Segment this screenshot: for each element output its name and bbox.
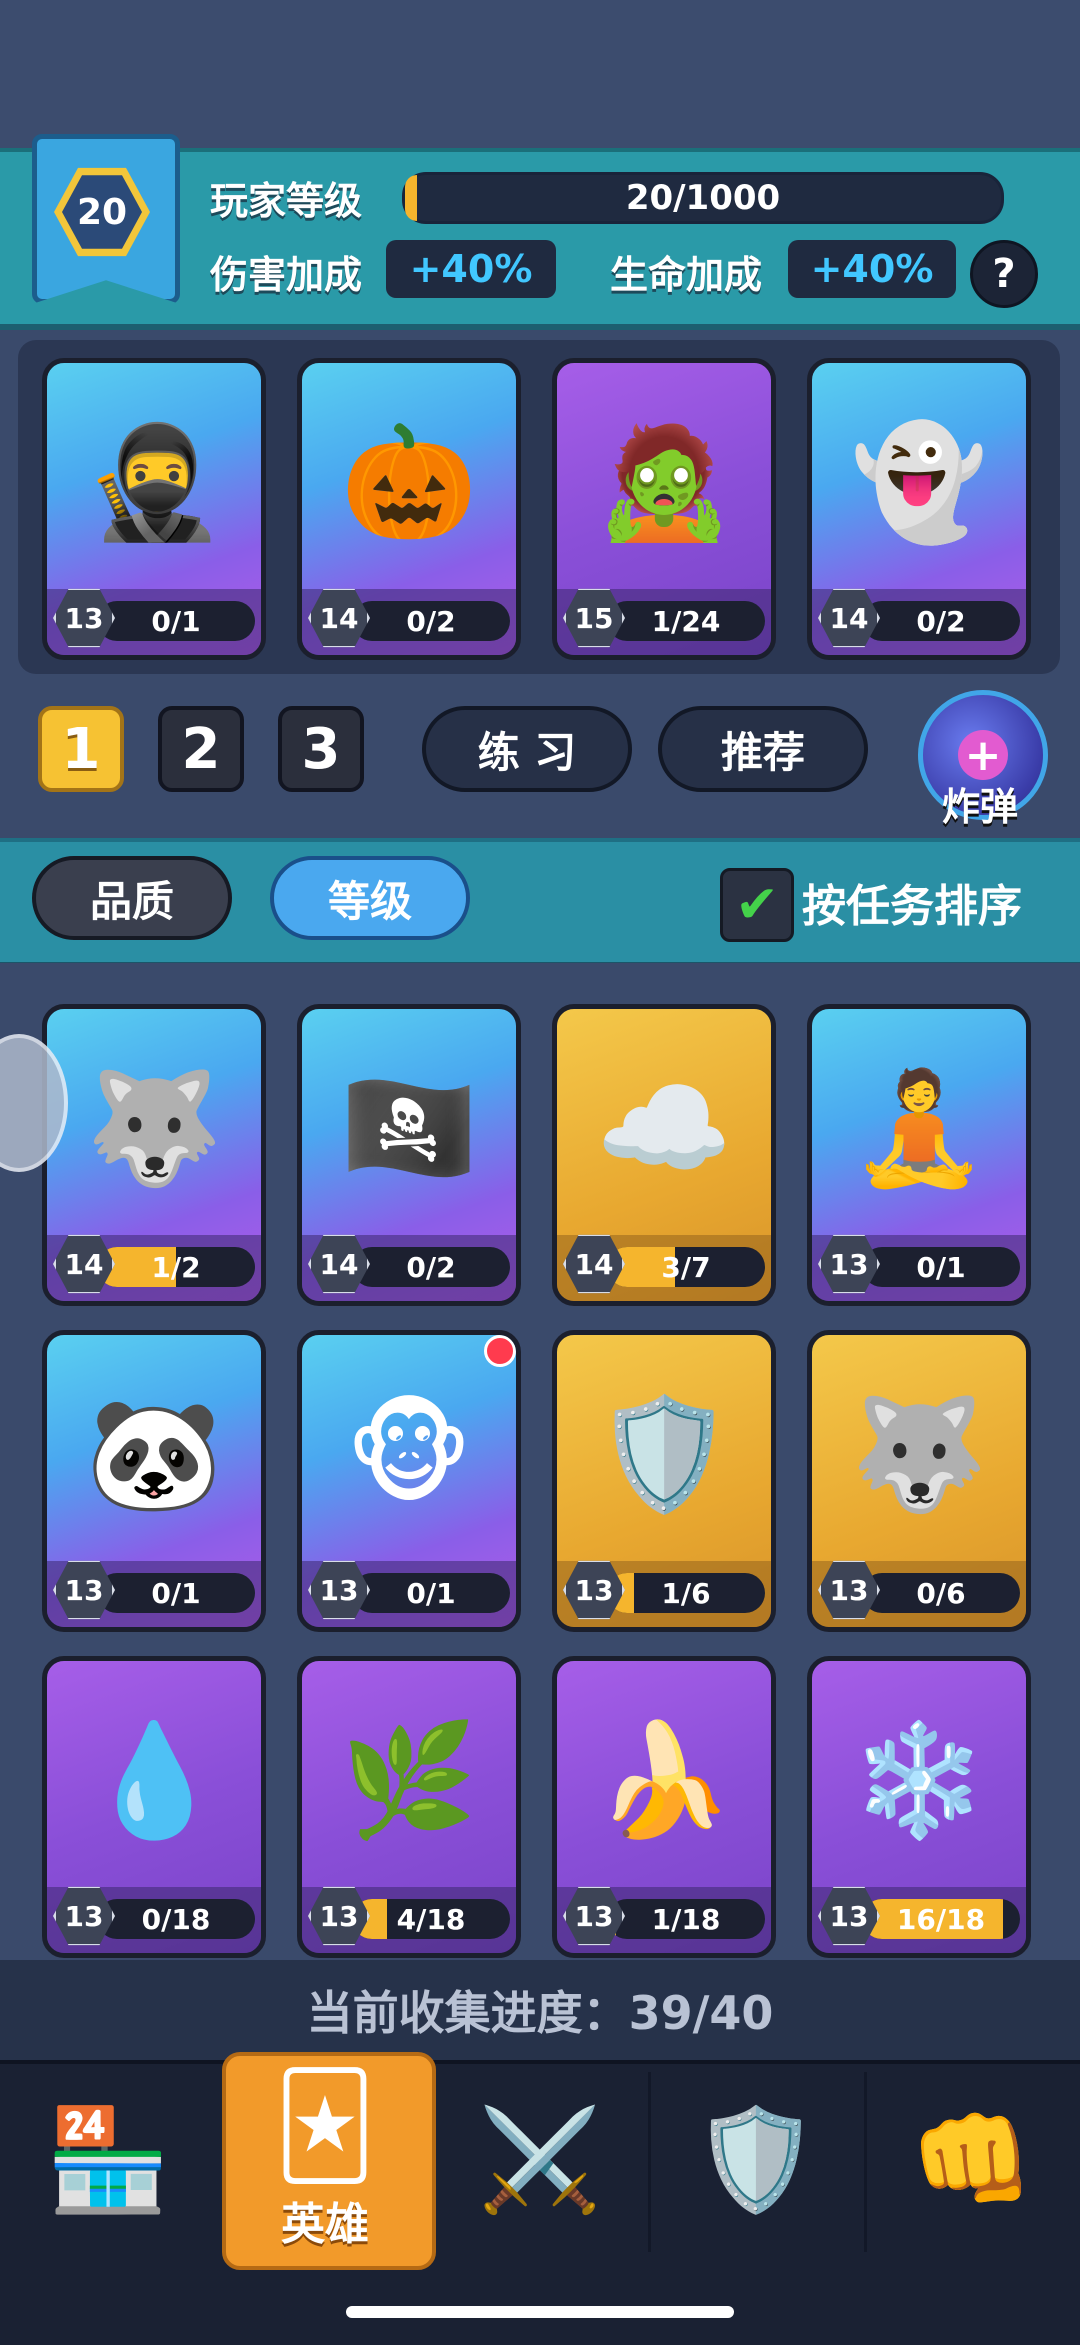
monkey-king-hero-icon: 🐵 [345, 1390, 473, 1518]
anubis-hero-icon: 🐺 [85, 1063, 223, 1192]
nav-battle[interactable]: ⚔️ [432, 2060, 648, 2260]
panda-hero-icon: 🐼 [85, 1389, 223, 1518]
card-progress-text: 0/6 [916, 1576, 966, 1610]
collection-hero-card[interactable]: 🐵 0/1 13 [297, 1330, 521, 1632]
collection-hero-card[interactable]: 🏴‍☠️ 0/2 14 [297, 1004, 521, 1306]
pumpkin-gentleman-hero-icon: 🎃 [340, 417, 478, 546]
task-sort-label: 按任务排序 [802, 881, 1022, 932]
card-progress-text: 0/2 [406, 604, 456, 638]
samurai-hero-icon: 🥷 [85, 417, 223, 546]
card-progress-text: 0/2 [406, 1250, 456, 1284]
card-progress-bar: 0/1 [862, 1247, 1020, 1287]
card-progress-text: 16/18 [896, 1902, 986, 1936]
card-progress-bar: 1/6 [607, 1573, 765, 1613]
card-progress-text: 0/1 [406, 1576, 456, 1610]
card-progress-text: 0/1 [151, 604, 201, 638]
knight-hero-icon: 🛡️ [595, 1389, 733, 1518]
nav-clan[interactable]: 🛡️ [648, 2060, 864, 2260]
hero-cards-icon: 🃏 [273, 2066, 377, 2184]
deck-tab-1[interactable]: 1 [38, 706, 124, 792]
task-sort-checkbox[interactable]: ✔ [720, 868, 794, 942]
card-progress-text: 3/7 [661, 1250, 711, 1284]
sort-by-quality-button[interactable]: 品质 [32, 856, 232, 940]
cloud-spirit-hero-icon: ☁️ [595, 1063, 733, 1192]
pirate-captain-hero-icon: 🏴‍☠️ [340, 1063, 478, 1192]
card-progress-text: 1/6 [661, 1576, 711, 1610]
practice-button[interactable]: 练 习 [422, 706, 632, 792]
deck-hero-card[interactable]: 🧟 1/24 15 [552, 358, 776, 660]
card-progress-bar: 16/18 [862, 1899, 1020, 1939]
collection-hero-card[interactable]: ☁️ 3/7 14 [552, 1004, 776, 1306]
card-progress-bar: 4/18 [352, 1899, 510, 1939]
recommend-button[interactable]: 推荐 [658, 706, 868, 792]
card-progress-text: 1/2 [151, 1250, 201, 1284]
sort-by-level-button[interactable]: 等级 [270, 856, 470, 940]
health-bonus-label: 生命加成 [610, 253, 763, 297]
ice-princess-hero-icon: ❄️ [850, 1715, 988, 1844]
card-progress-bar: 0/18 [97, 1899, 255, 1939]
deck-hero-card[interactable]: 👻 0/2 14 [807, 358, 1031, 660]
card-progress-bar: 0/1 [97, 1573, 255, 1613]
collection-hero-card[interactable]: 🐺 1/2 14 [42, 1004, 266, 1306]
shop-icon: 🏪 [45, 2101, 171, 2218]
collection-progress-text: 当前收集进度：39/40 [0, 1960, 1080, 2060]
ghost-knight-hero-icon: 👻 [850, 417, 988, 546]
checkmark-icon: ✔ [735, 875, 779, 935]
collection-hero-card[interactable]: ❄️ 16/18 13 [807, 1656, 1031, 1958]
card-progress-bar: 0/2 [862, 601, 1020, 641]
fist-gauntlet-icon: 👊 [909, 2101, 1035, 2218]
nav-heroes-label: 英雄 [281, 2199, 369, 2250]
deck-tab-3[interactable]: 3 [278, 706, 364, 792]
collection-hero-card[interactable]: 🍌 1/18 13 [552, 1656, 776, 1958]
top-background [0, 0, 1080, 150]
card-progress-text: 1/18 [651, 1902, 721, 1936]
collection-hero-card[interactable]: 🐺 0/6 13 [807, 1330, 1031, 1632]
player-level-label: 玩家等级 [210, 179, 363, 223]
card-progress-text: 1/24 [651, 604, 721, 638]
collection-hero-card[interactable]: 🛡️ 1/6 13 [552, 1330, 776, 1632]
xp-progress-bar: 20/1000 [402, 172, 1004, 224]
card-progress-text: 0/1 [916, 1250, 966, 1284]
home-indicator [346, 2306, 734, 2318]
monk-hero-icon: 🧘 [850, 1063, 988, 1192]
nav-shop[interactable]: 🏪 [0, 2060, 216, 2260]
deck-hero-card[interactable]: 🥷 0/1 13 [42, 358, 266, 660]
shield-crest-icon: 🛡️ [693, 2101, 819, 2218]
deck-hero-card[interactable]: 🎃 0/2 14 [297, 358, 521, 660]
damage-bonus-value: +40% [386, 240, 556, 298]
crossed-swords-icon: ⚔️ [477, 2101, 603, 2218]
collection-hero-card[interactable]: 🌿 4/18 13 [297, 1656, 521, 1958]
frankenstein-hook-hero-icon: 🧟 [595, 417, 733, 546]
card-progress-bar: 0/1 [352, 1573, 510, 1613]
card-progress-bar: 3/7 [607, 1247, 765, 1287]
notification-dot [484, 1335, 516, 1367]
card-progress-bar: 1/24 [607, 601, 765, 641]
health-bonus-value: +40% [788, 240, 956, 298]
card-progress-bar: 1/2 [97, 1247, 255, 1287]
card-progress-bar: 0/6 [862, 1573, 1020, 1613]
plus-icon: + [958, 730, 1008, 781]
deck-tab-2[interactable]: 2 [158, 706, 244, 792]
werewolf-hero-icon: 🐺 [850, 1389, 988, 1518]
forest-sprite-hero-icon: 🌿 [340, 1715, 478, 1844]
card-progress-bar: 0/2 [352, 601, 510, 641]
slime-blob-hero-icon: 💧 [85, 1715, 223, 1844]
card-progress-text: 0/18 [141, 1902, 211, 1936]
card-progress-bar: 1/18 [607, 1899, 765, 1939]
card-progress-bar: 0/1 [97, 601, 255, 641]
collection-hero-card[interactable]: 🐼 0/1 13 [42, 1330, 266, 1632]
nav-events[interactable]: 👊 [864, 2060, 1080, 2260]
damage-bonus-label: 伤害加成 [210, 253, 363, 297]
banana-brute-hero-icon: 🍌 [595, 1715, 733, 1844]
card-progress-text: 4/18 [396, 1902, 466, 1936]
card-progress-text: 0/2 [916, 604, 966, 638]
collection-hero-card[interactable]: 🧘 0/1 13 [807, 1004, 1031, 1306]
collection-hero-card[interactable]: 💧 0/18 13 [42, 1656, 266, 1958]
xp-progress-text: 20/1000 [625, 178, 781, 218]
card-progress-bar: 0/2 [352, 1247, 510, 1287]
card-progress-text: 0/1 [151, 1576, 201, 1610]
help-button[interactable]: ? [970, 240, 1038, 308]
bomb-label: 炸弹 [941, 785, 1018, 829]
